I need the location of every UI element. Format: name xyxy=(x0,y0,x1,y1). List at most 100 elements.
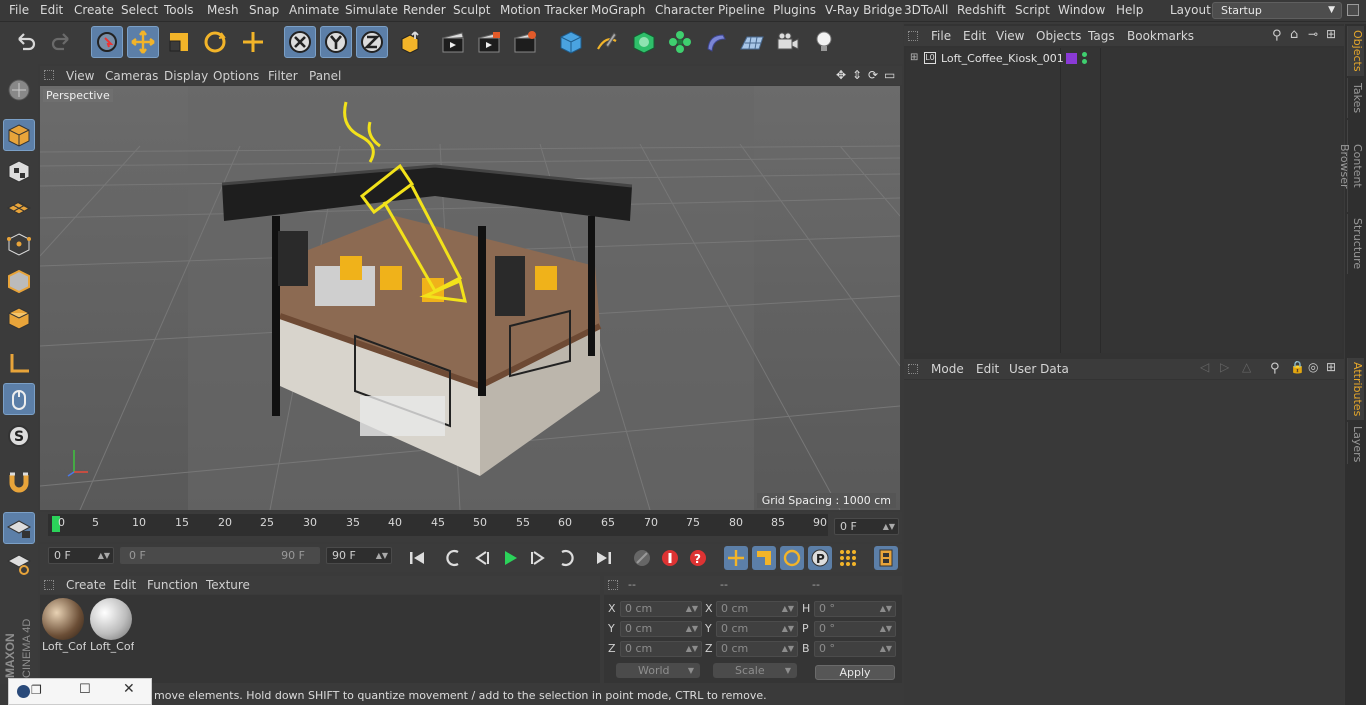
minimized-window[interactable]: ❐ ☐ ✕ xyxy=(8,678,152,705)
menu-simulate[interactable]: Simulate xyxy=(345,3,398,17)
material-menu-function[interactable]: Function xyxy=(147,578,198,592)
rotation-b-field[interactable]: 0 ° ▲▼ xyxy=(814,641,896,657)
objects-menu-edit[interactable]: Edit xyxy=(963,29,986,43)
panel-grip-icon[interactable] xyxy=(608,580,618,590)
back-arrow-icon[interactable]: ◁ xyxy=(1200,360,1209,374)
key-parameter-button[interactable]: P xyxy=(808,546,832,570)
object-row[interactable]: ⊞ L0 Loft_Coffee_Kiosk_001 xyxy=(906,50,1342,68)
menu-snap[interactable]: Snap xyxy=(249,3,279,17)
go-to-start-button[interactable] xyxy=(405,546,429,570)
texture-mode-button[interactable] xyxy=(3,155,35,187)
go-to-end-button[interactable] xyxy=(592,546,616,570)
position-y-field[interactable]: 0 cm ▲▼ xyxy=(620,621,702,637)
keyframe-selection-button[interactable]: ? xyxy=(686,546,710,570)
camera-button[interactable] xyxy=(772,26,804,58)
menu-animate[interactable]: Animate xyxy=(289,3,339,17)
viewport-zoom-icon[interactable]: ⇕ xyxy=(852,68,862,82)
coordinate-mode-dropdown[interactable]: World ▼ xyxy=(616,663,700,678)
floor-button[interactable] xyxy=(736,26,768,58)
model-mode-button[interactable] xyxy=(3,119,35,151)
viewport-menu-view[interactable]: View xyxy=(66,69,94,83)
close-icon[interactable]: ✕ xyxy=(123,681,135,697)
render-visibility-dot[interactable] xyxy=(1082,59,1087,64)
viewport-maximize-icon[interactable]: ▭ xyxy=(884,68,895,82)
timeline-ruler[interactable]: 0 5 10 15 20 25 30 35 40 45 50 55 60 65 … xyxy=(48,514,828,536)
objects-menu-bookmarks[interactable]: Bookmarks xyxy=(1127,29,1194,43)
cube-primitive-button[interactable] xyxy=(555,26,587,58)
up-arrow-icon[interactable]: △ xyxy=(1242,360,1251,374)
forward-arrow-icon[interactable]: ▷ xyxy=(1220,360,1229,374)
search-icon[interactable]: ⚲ xyxy=(1272,28,1282,43)
layer-color-swatch[interactable] xyxy=(1066,53,1077,64)
camera-label[interactable]: Perspective xyxy=(43,89,113,102)
next-frame-button[interactable] xyxy=(526,546,550,570)
size-mode-dropdown[interactable]: Scale ▼ xyxy=(713,663,797,678)
x-axis-lock-button[interactable] xyxy=(284,26,316,58)
end-frame-field[interactable]: 90 F ▲▼ xyxy=(326,547,392,564)
material-menu-texture[interactable]: Texture xyxy=(206,578,250,592)
viewport-pan-icon[interactable]: ✥ xyxy=(836,68,846,82)
viewport-menu-panel[interactable]: Panel xyxy=(309,69,341,83)
apply-button[interactable]: Apply xyxy=(815,665,895,680)
search-icon[interactable]: ⚲ xyxy=(1270,361,1280,376)
menu-select[interactable]: Select xyxy=(121,3,158,17)
tab-structure[interactable]: Structure xyxy=(1347,214,1364,274)
solo-button[interactable]: S xyxy=(3,420,35,452)
menu-sculpt[interactable]: Sculpt xyxy=(453,3,490,17)
rotation-p-field[interactable]: 0 ° ▲▼ xyxy=(814,621,896,637)
previous-frame-button[interactable] xyxy=(470,546,494,570)
3d-viewport[interactable]: Perspective Grid Spacing : 1000 cm xyxy=(40,86,900,510)
key-pla-button[interactable] xyxy=(836,546,860,570)
recent-tools-button[interactable] xyxy=(237,26,269,58)
move-tool-button[interactable] xyxy=(127,26,159,58)
menu-motion-tracker[interactable]: Motion Tracker xyxy=(500,3,588,17)
snap-button[interactable] xyxy=(3,466,35,498)
pen-spline-button[interactable] xyxy=(591,26,623,58)
link-icon[interactable]: ⊸ xyxy=(1308,27,1318,41)
position-x-field[interactable]: 0 cm ▲▼ xyxy=(620,601,702,617)
viewport-menu-cameras[interactable]: Cameras xyxy=(105,69,158,83)
viewport-menu-options[interactable]: Options xyxy=(213,69,259,83)
menu-redshift[interactable]: Redshift xyxy=(957,3,1006,17)
editor-visibility-dot[interactable] xyxy=(1082,52,1087,57)
tab-takes[interactable]: Takes xyxy=(1347,78,1364,118)
menu-window[interactable]: Window xyxy=(1058,3,1105,17)
attributes-menu-edit[interactable]: Edit xyxy=(976,362,999,376)
maximize-icon[interactable]: ☐ xyxy=(79,682,91,697)
deformer-button[interactable] xyxy=(700,26,732,58)
planar-workplane-button[interactable] xyxy=(3,548,35,580)
expand-icon[interactable]: ⊞ xyxy=(910,52,918,63)
size-y-field[interactable]: 0 cm ▲▼ xyxy=(716,621,798,637)
polygons-mode-button[interactable] xyxy=(3,302,35,334)
object-name[interactable]: Loft_Coffee_Kiosk_001 xyxy=(941,52,1064,65)
tab-objects[interactable]: Objects xyxy=(1347,26,1364,76)
position-z-field[interactable]: 0 cm ▲▼ xyxy=(620,641,702,657)
tab-layers[interactable]: Layers xyxy=(1347,422,1364,464)
menu-character[interactable]: Character xyxy=(655,3,714,17)
z-axis-lock-button[interactable] xyxy=(356,26,388,58)
restore-window-icon[interactable] xyxy=(1347,4,1359,16)
menu-plugins[interactable]: Plugins xyxy=(773,3,816,17)
new-panel-icon[interactable]: ⊞ xyxy=(1326,360,1336,374)
subdivision-button[interactable] xyxy=(628,26,660,58)
menu-vray-bridge[interactable]: V-Ray Bridge xyxy=(825,3,902,17)
rotate-tool-button[interactable] xyxy=(199,26,231,58)
attributes-menu-mode[interactable]: Mode xyxy=(931,362,964,376)
timeline-window-button[interactable] xyxy=(874,546,898,570)
key-position-button[interactable] xyxy=(724,546,748,570)
restore-icon[interactable]: ❐ xyxy=(31,683,42,697)
new-panel-icon[interactable]: ⊞ xyxy=(1326,27,1336,41)
material-swatch[interactable]: Loft_Cof xyxy=(90,598,134,654)
edges-mode-button[interactable] xyxy=(3,265,35,297)
menu-script[interactable]: Script xyxy=(1015,3,1050,17)
menu-edit[interactable]: Edit xyxy=(40,3,63,17)
panel-grip-icon[interactable] xyxy=(44,70,54,80)
menu-help[interactable]: Help xyxy=(1116,3,1143,17)
record-keys-button[interactable] xyxy=(630,546,654,570)
menu-render[interactable]: Render xyxy=(403,3,446,17)
coordinate-system-button[interactable] xyxy=(394,26,426,58)
autokey-button[interactable] xyxy=(658,546,682,570)
panel-grip-icon[interactable] xyxy=(44,580,54,590)
target-icon[interactable]: ◎ xyxy=(1308,360,1318,374)
y-axis-lock-button[interactable] xyxy=(320,26,352,58)
